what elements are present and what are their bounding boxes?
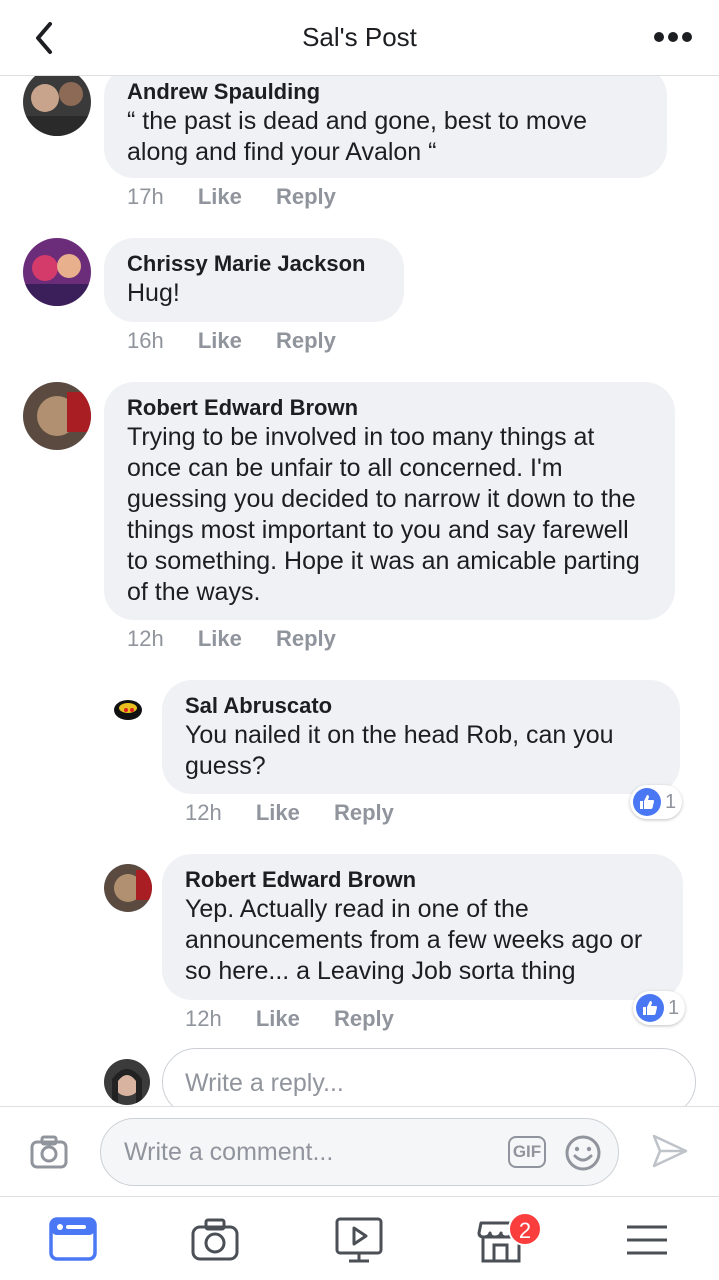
gif-button[interactable]: GIF (508, 1136, 546, 1168)
reply-button[interactable]: Reply (334, 800, 394, 826)
like-button[interactable]: Like (198, 626, 242, 652)
reply-button[interactable]: Reply (276, 328, 336, 354)
like-button[interactable]: Like (256, 800, 300, 826)
reply-author[interactable]: Sal Abruscato (185, 692, 658, 720)
comment-actions: 16h Like Reply (127, 328, 364, 354)
reply-actions: 12h Like Reply (185, 800, 422, 826)
comment-time: 17h (127, 184, 164, 209)
reply-bubble[interactable]: Robert Edward Brown Yep. Actually read i… (162, 854, 683, 1000)
comment-text: Trying to be involved in too many things… (127, 423, 640, 606)
reply-text: You nailed it on the head Rob, can you g… (185, 721, 614, 780)
comments-list: Andrew Spaulding “ the past is dead and … (0, 76, 719, 1106)
reply-bubble[interactable]: Sal Abruscato You nailed it on the head … (162, 680, 680, 794)
avatar-chrissy-marie-jackson[interactable] (23, 238, 91, 306)
comment-time: 16h (127, 328, 164, 353)
menu-icon[interactable] (622, 1215, 672, 1265)
avatar-robert-edward-brown[interactable] (23, 382, 91, 450)
comment-author[interactable]: Robert Edward Brown (127, 394, 653, 422)
comment-input-placeholder: Write a comment... (124, 1138, 334, 1166)
reply-button[interactable]: Reply (276, 626, 336, 652)
comment-time: 12h (127, 626, 164, 651)
like-button[interactable]: Like (198, 184, 242, 210)
camera-icon[interactable] (30, 1135, 68, 1169)
reply-time: 12h (185, 1006, 222, 1031)
reply-author[interactable]: Robert Edward Brown (185, 866, 661, 894)
reply-actions: 12h Like Reply (185, 1006, 422, 1032)
thumbs-up-icon (636, 994, 664, 1022)
reply-input[interactable]: Write a reply... (162, 1048, 696, 1106)
reply-input-placeholder: Write a reply... (185, 1069, 344, 1097)
comment-composer: Write a comment... GIF (0, 1106, 719, 1196)
reaction-count: 1 (665, 790, 677, 813)
news-feed-icon[interactable] (48, 1215, 98, 1265)
thumbs-up-icon (633, 788, 661, 816)
comment-text: “ the past is dead and gone, best to mov… (127, 107, 588, 166)
notification-badge: 2 (508, 1212, 542, 1246)
bottom-tab-bar: 2 (0, 1196, 719, 1280)
reply-button[interactable]: Reply (334, 1006, 394, 1032)
avatar-sal-abruscato[interactable] (104, 686, 152, 734)
reaction-badge[interactable]: 1 (633, 991, 686, 1025)
camera-tab-icon[interactable] (190, 1215, 240, 1265)
send-icon[interactable] (651, 1133, 689, 1169)
more-options-icon[interactable] (653, 30, 693, 44)
like-button[interactable]: Like (198, 328, 242, 354)
comment-author[interactable]: Chrissy Marie Jackson (127, 250, 382, 278)
comment-bubble[interactable]: Andrew Spaulding “ the past is dead and … (104, 76, 667, 178)
reaction-badge[interactable]: 1 (630, 785, 683, 819)
like-button[interactable]: Like (256, 1006, 300, 1032)
reply-button[interactable]: Reply (276, 184, 336, 210)
page-title: Sal's Post (302, 22, 417, 52)
top-bar: Sal's Post (0, 0, 719, 76)
reply-text: Yep. Actually read in one of the announc… (185, 895, 643, 985)
emoji-icon[interactable] (564, 1134, 602, 1172)
reaction-count: 1 (668, 996, 680, 1019)
current-user-avatar (104, 1059, 150, 1105)
reply-time: 12h (185, 800, 222, 825)
comment-actions: 12h Like Reply (127, 626, 364, 652)
watch-video-icon[interactable] (334, 1215, 384, 1265)
comment-bubble[interactable]: Chrissy Marie Jackson Hug! (104, 238, 404, 322)
comment-input[interactable]: Write a comment... GIF (100, 1118, 619, 1186)
comment-bubble[interactable]: Robert Edward Brown Trying to be involve… (104, 382, 675, 620)
avatar-andrew-spaulding[interactable] (23, 76, 91, 136)
comment-author[interactable]: Andrew Spaulding (127, 78, 645, 106)
comment-actions: 17h Like Reply (127, 184, 364, 210)
avatar-robert-edward-brown[interactable] (104, 864, 152, 912)
comment-text: Hug! (127, 279, 180, 307)
